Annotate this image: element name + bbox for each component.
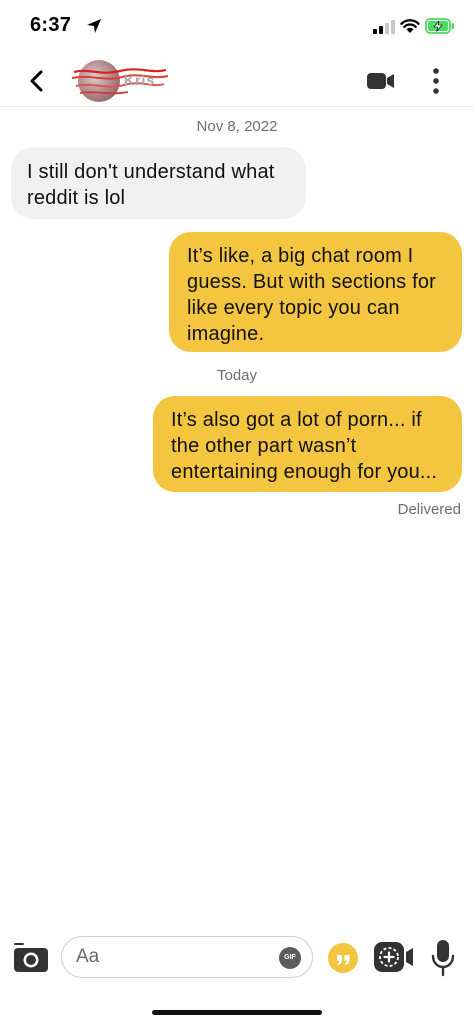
outgoing-message-bubble[interactable]: It’s like, a big chat room I guess. But … [169,232,462,352]
contact-name[interactable]: Kris [124,72,155,88]
battery-charging-icon [425,18,454,34]
incoming-message-bubble[interactable]: I still don't understand what reddit is … [11,147,306,219]
location-arrow-icon [87,19,101,33]
date-separator: Today [216,367,258,384]
chat-header: Kris [0,56,474,107]
wifi-icon [400,19,420,33]
delivery-status: Delivered [397,501,461,518]
status-time: 6:37 [30,14,72,36]
message-composer: GIF [0,930,474,990]
video-camera-icon[interactable] [366,68,396,94]
back-chevron-icon[interactable] [24,66,50,96]
chat-screen: 6:37 Kris Nov 8, 2022 I still don't unde… [0,0,474,1025]
message-input[interactable] [61,936,313,978]
microphone-icon[interactable] [430,939,456,977]
status-bar: 6:37 [0,0,474,56]
gif-button[interactable]: GIF [279,947,301,969]
home-indicator[interactable] [152,1010,322,1015]
quote-icon[interactable] [327,942,359,974]
outgoing-message-bubble[interactable]: It’s also got a lot of porn... if the ot… [153,396,462,492]
date-separator: Nov 8, 2022 [196,118,278,135]
media-add-icon[interactable] [373,940,415,974]
camera-icon[interactable] [13,941,49,973]
cellular-signal-icon [373,20,395,34]
more-vertical-icon[interactable] [426,66,446,96]
